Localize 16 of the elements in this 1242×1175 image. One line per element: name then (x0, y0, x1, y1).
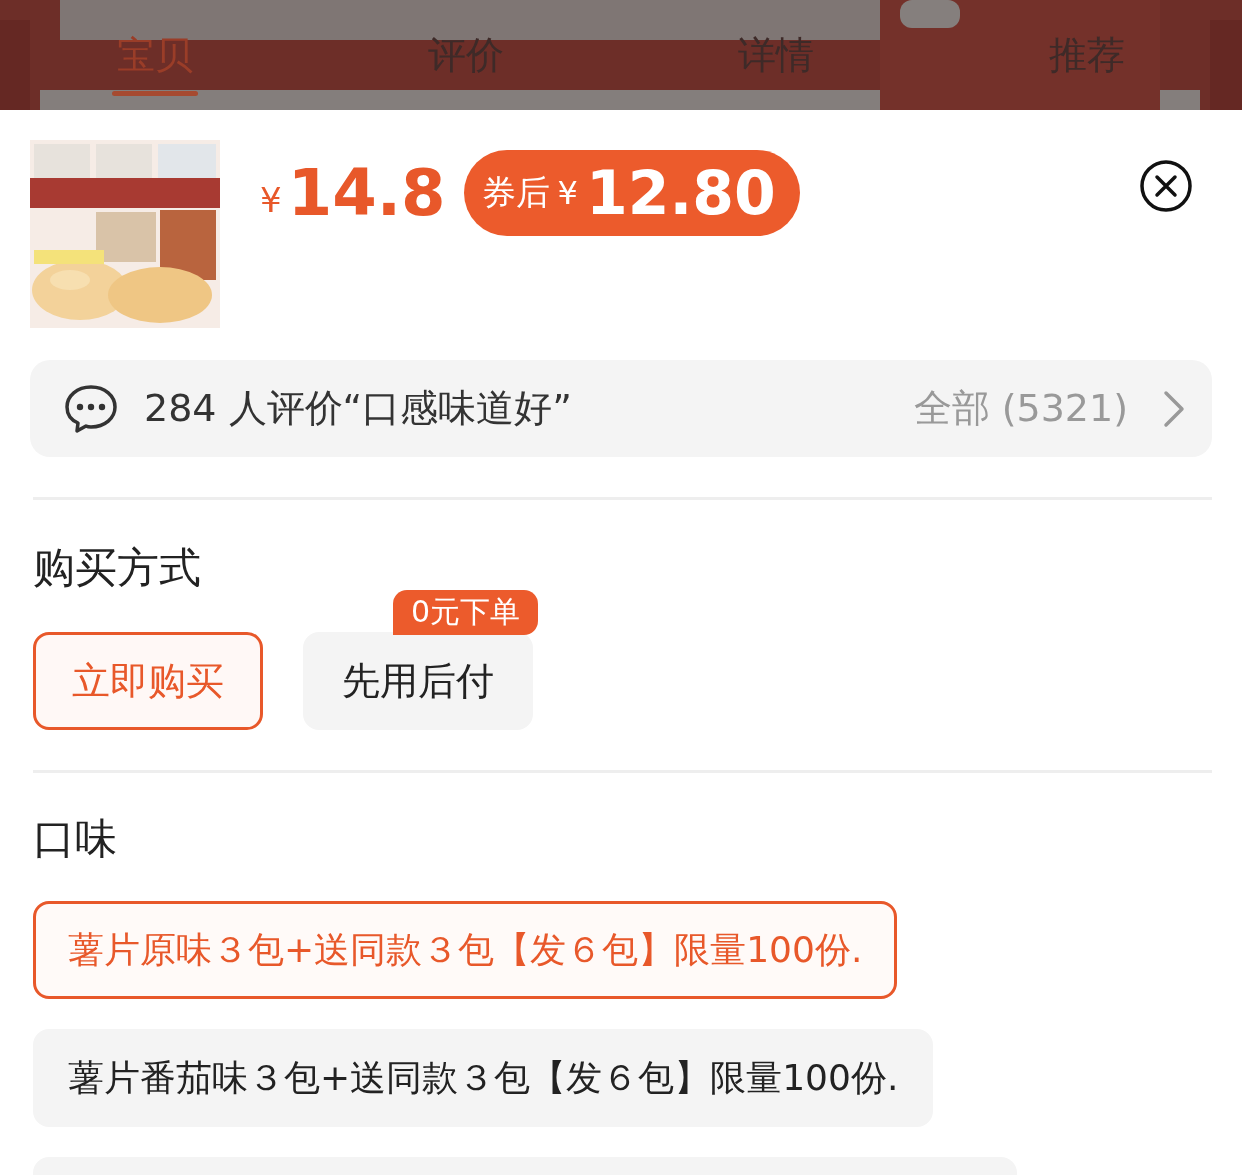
purchase-option[interactable]: 立即购买 (33, 632, 263, 730)
all-reviews-link[interactable]: 全部 (5321) (913, 383, 1128, 434)
flavor-option[interactable]: 薯片番茄味３包+送同款３包【发６包】限量100份. (33, 1029, 934, 1127)
review-summary: 284 人评价“口感味道好” (144, 385, 572, 432)
price: 14.8 (287, 156, 446, 230)
section-title: 口味 (33, 813, 118, 865)
badge: 0元下单 (393, 590, 539, 635)
close-icon[interactable] (1140, 160, 1192, 212)
chat-bubble-icon (64, 383, 118, 434)
currency-symbol: ¥ (260, 180, 282, 220)
purchase-option[interactable]: 先用后付 (303, 632, 533, 730)
coupon-price-badge: 券后 ¥12.80 (463, 150, 800, 236)
review-summary-bar[interactable]: 284 人评价“口感味道好” 全部 (5321) (30, 360, 1212, 457)
flavor-option[interactable]: 薯片原味３包+送同款３包【发６包】限量100份. (33, 901, 898, 999)
section-title: 购买方式 (33, 542, 202, 594)
chevron-right-icon (1162, 388, 1186, 429)
